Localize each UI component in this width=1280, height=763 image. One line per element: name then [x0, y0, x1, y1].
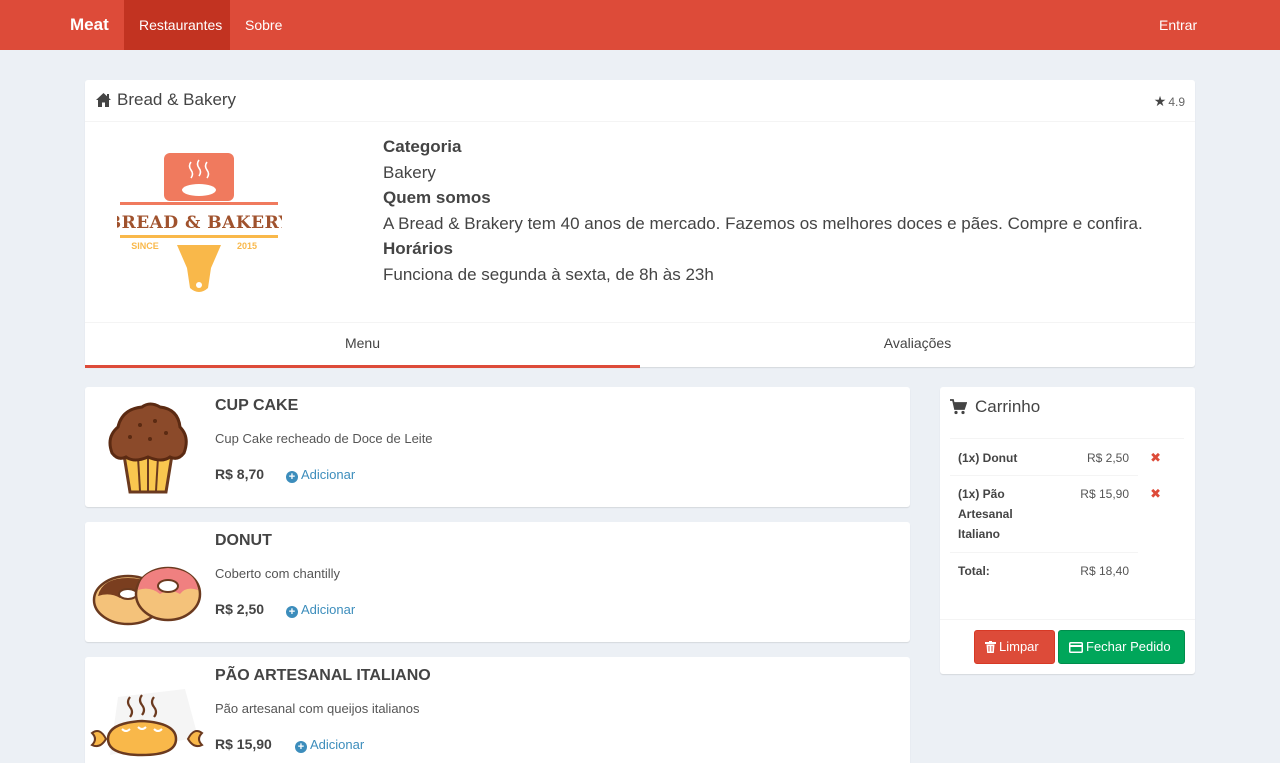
top-navbar: Meat Restaurantes Sobre Entrar — [0, 0, 1280, 50]
restaurant-logo: BREAD & BAKERY SINCE 2015 — [117, 153, 282, 292]
brand-logo[interactable]: Meat — [70, 0, 109, 50]
plus-circle-icon: + — [295, 741, 307, 753]
cart-item-name: (1x) Donut — [958, 451, 1018, 465]
cupcake-image — [108, 402, 188, 494]
about-value: A Bread & Brakery tem 40 anos de mercado… — [383, 213, 1143, 233]
cart-items-table: (1x) Donut R$ 2,50 ✖ (1x) Pão Artesanal … — [950, 438, 1184, 592]
cart-row: (1x) Pão Artesanal Italiano R$ 15,90 ✖ — [950, 475, 1161, 552]
logo-title-text: BREAD & BAKERY — [117, 213, 282, 233]
clear-label: Limpar — [999, 639, 1039, 654]
menu-item-name: PÃO ARTESANAL ITALIANO — [215, 667, 431, 684]
menu-item-price: R$ 8,70 — [215, 466, 265, 482]
restaurant-tabs: Menu Avaliações — [85, 322, 1195, 368]
cart-footer: Limpar Fechar Pedido — [940, 619, 1195, 674]
cart-total-row: Total: R$ 18,40 — [950, 552, 1138, 592]
rating-value: 4.9 — [1168, 95, 1185, 109]
hours-label: Horários — [383, 239, 453, 258]
nav-sobre[interactable]: Sobre — [230, 0, 297, 50]
add-label: Adicionar — [310, 737, 365, 752]
nav-restaurantes[interactable]: Restaurantes — [124, 0, 230, 50]
restaurant-name: Bread & Bakery — [117, 90, 237, 109]
add-to-cart-button[interactable]: + Adicionar — [286, 602, 355, 618]
home-icon — [96, 93, 111, 107]
plus-circle-icon: + — [286, 606, 298, 618]
trash-icon — [985, 641, 996, 653]
add-to-cart-button[interactable]: + Adicionar — [286, 467, 355, 483]
about-label: Quem somos — [383, 188, 491, 207]
shopping-cart-box: Carrinho (1x) Donut R$ 2,50 ✖ (1x) Pão A… — [940, 387, 1195, 674]
cart-row: (1x) Donut R$ 2,50 ✖ — [950, 438, 1184, 475]
donut-image — [92, 566, 202, 626]
logo-year-text: 2015 — [237, 241, 257, 251]
category-label: Categoria — [383, 137, 462, 156]
tab-avaliacoes[interactable]: Avaliações — [640, 323, 1195, 368]
menu-item: DONUT Coberto com chantilly R$ 2,50 + Adi… — [85, 522, 910, 642]
add-label: Adicionar — [301, 467, 356, 482]
cart-total-label: Total: — [958, 564, 990, 578]
cart-item-price: R$ 2,50 — [1086, 451, 1129, 465]
add-label: Adicionar — [301, 602, 356, 617]
add-to-cart-button[interactable]: + Adicionar — [295, 737, 364, 753]
menu-item: PÃO ARTESANAL ITALIANO Pão artesanal com… — [85, 657, 910, 763]
hours-value: Funciona de segunda à sexta, de 8h às 23… — [383, 264, 714, 284]
remove-item-icon[interactable]: ✖ — [1150, 448, 1161, 468]
star-icon: ★ — [1153, 93, 1167, 109]
cart-total-value: R$ 18,40 — [1080, 564, 1129, 578]
restaurant-header: Bread & Bakery ★ 4.9 — [85, 80, 1195, 122]
menu-item-description: Cup Cake recheado de Doce de Leite — [215, 431, 433, 446]
category-value: Bakery — [383, 162, 436, 182]
menu-item-name: DONUT — [215, 532, 272, 549]
login-link[interactable]: Entrar — [1144, 0, 1212, 50]
cart-item-name: (1x) Pão Artesanal Italiano — [958, 487, 1013, 541]
credit-card-icon — [1069, 642, 1083, 653]
logo-since-text: SINCE — [131, 241, 159, 251]
clear-cart-button[interactable]: Limpar — [974, 630, 1055, 664]
menu-item-description: Coberto com chantilly — [215, 566, 340, 581]
menu-item: CUP CAKE Cup Cake recheado de Doce de Le… — [85, 387, 910, 507]
restaurant-rating: ★ 4.9 — [1154, 93, 1185, 110]
bread-image — [90, 689, 204, 757]
menu-item-price: R$ 2,50 — [215, 601, 265, 617]
remove-item-icon[interactable]: ✖ — [1150, 484, 1161, 504]
checkout-button[interactable]: Fechar Pedido — [1058, 630, 1185, 664]
checkout-label: Fechar Pedido — [1086, 639, 1171, 654]
shopping-cart-icon — [950, 399, 967, 415]
menu-item-description: Pão artesanal com queijos italianos — [215, 701, 420, 716]
restaurant-detail-box: Bread & Bakery ★4.9 BREAD & BAKERY SINCE… — [85, 80, 1195, 368]
menu-item-price: R$ 15,90 — [215, 736, 272, 752]
plus-circle-icon: + — [286, 471, 298, 483]
cart-title: Carrinho — [975, 397, 1041, 416]
tab-menu[interactable]: Menu — [85, 323, 640, 368]
menu-item-name: CUP CAKE — [215, 397, 299, 414]
restaurant-info: Categoria Bakery Quem somos A Bread & Br… — [383, 134, 1173, 287]
cart-item-price: R$ 15,90 — [1080, 487, 1129, 501]
